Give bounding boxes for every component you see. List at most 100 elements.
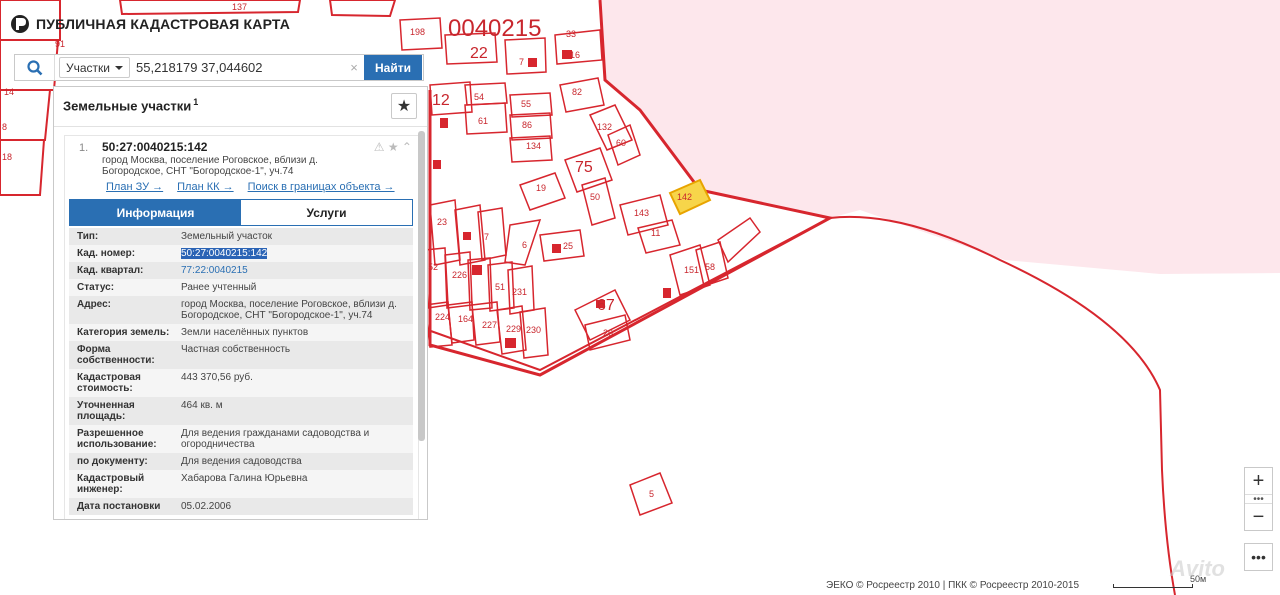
zoom-out-button[interactable]: − (1245, 504, 1272, 530)
result-links: План ЗУ → План КК → Поиск в границах объ… (106, 181, 395, 193)
attribute-value: 05.02.2006 (181, 501, 232, 512)
selected-cadastral-number[interactable]: 50:27:0040215:142 (181, 248, 268, 259)
result-cadastral-number[interactable]: 50:27:0040215:142 (102, 140, 207, 154)
parcel-label: 7 (519, 57, 524, 67)
parcel-label: 51 (495, 282, 505, 292)
attribute-row: Кад. номер: 50:27:0040215:142 (69, 245, 413, 262)
map-viewport[interactable]: 0040215 198 33 22 7 16 54 55 82 12 61 86 132 60 134 75… (0, 0, 1280, 595)
attribute-value: Земельный участок (181, 231, 273, 242)
zoom-control: + ••• − (1244, 467, 1273, 531)
parcel-label: 16 (570, 50, 580, 60)
attribute-value[interactable]: 50:27:0040215:142 (181, 248, 413, 259)
parcel-label: 231 (512, 287, 527, 297)
parcel-label: 198 (410, 27, 425, 37)
link-plan-zu[interactable]: План ЗУ → (106, 181, 163, 193)
search-icon (26, 59, 42, 75)
result-actions-icons[interactable]: ⚠ ★ ⌃ (374, 140, 412, 154)
find-button[interactable]: Найти (364, 55, 422, 80)
parcel-label: 143 (634, 208, 649, 218)
attribute-row: Разрешенное использование: Для ведения гр… (69, 425, 413, 453)
parcel-label: 12 (432, 92, 450, 109)
avito-watermark: Avito (1170, 556, 1225, 581)
parcel-label: 230 (526, 325, 541, 335)
attribute-row: Форма собственности: Частная собственност… (69, 341, 413, 369)
app-title: ПУБЛИЧНАЯ КАДАСТРОВАЯ КАРТА (36, 16, 291, 32)
parcel-label: 23 (437, 217, 447, 227)
parcel-label: 86 (522, 120, 532, 130)
parcel-label: 61 (478, 116, 488, 126)
attribute-key: Кад. квартал: (77, 265, 144, 276)
parcel-label: 132 (597, 122, 612, 132)
scrollbar-thumb[interactable] (418, 131, 425, 441)
copyright-text: ЭЕКО © Росреестр 2010 | ПКК © Росреестр … (826, 580, 1080, 591)
search-bar: Участки × Найти (14, 54, 424, 81)
parcel-label: 33 (566, 29, 576, 39)
parcel-label: 11 (651, 228, 660, 238)
results-panel: Земельные участки 1 ★ 1. 50:27:0040215:14… (53, 86, 428, 520)
attribute-value: Ранее учтенный (181, 282, 257, 293)
panel-header: Земельные участки 1 ★ (54, 87, 427, 127)
parcel-label: 91 (55, 39, 65, 49)
parcel-label: 82 (572, 87, 582, 97)
parcel-label: 134 (526, 141, 541, 151)
panel-title-text: Земельные участки (63, 98, 192, 114)
tab-information[interactable]: Информация (70, 200, 241, 225)
parcel-label: 164 (458, 314, 473, 324)
attribute-row: Кадастровая стоимость: 443 370,56 руб. (69, 369, 413, 397)
attribute-key: Тип: (77, 231, 99, 242)
parcel-label: 75 (575, 159, 593, 176)
clear-icon[interactable]: × (344, 60, 364, 75)
parcel-label: 226 (452, 270, 467, 280)
attribute-key: Статус: (77, 282, 115, 293)
attribute-value[interactable]: 77:22:0040215 (181, 265, 413, 276)
quarter-label: 0040215 (448, 15, 541, 42)
attribute-row: Статус: Ранее учтенный (69, 279, 413, 296)
parcel-label: 229 (506, 324, 521, 334)
parcel-label: 22 (470, 45, 488, 62)
parcel-label: 7 (484, 232, 489, 242)
attribute-value: 443 370,56 руб. (181, 372, 253, 383)
attribute-value: Частная собственность (181, 344, 291, 355)
result-index: 1. (79, 142, 89, 154)
attribute-row: Кадастровый инженер: Хабарова Галина Юрье… (69, 470, 413, 498)
attribute-key: Дата постановки (77, 501, 161, 512)
link-search-in-bounds[interactable]: Поиск в границах объекта → (248, 181, 395, 193)
parcel-label: 142 (677, 192, 692, 202)
more-button[interactable]: ••• (1244, 543, 1273, 571)
parcel-label: 60 (616, 138, 626, 148)
search-input[interactable] (136, 56, 344, 79)
chevron-down-icon (115, 65, 123, 70)
parcel-label: 8 (2, 122, 7, 132)
attribute-key: Уточненная площадь: (77, 400, 135, 422)
parcel-label: 52 (428, 262, 438, 272)
parcel-label: 14 (4, 87, 14, 97)
attribute-value: Для ведения гражданами садоводства и ого… (181, 428, 370, 450)
attribute-key: Форма собственности: (77, 344, 155, 366)
parcel-label: 5 (649, 489, 654, 499)
parcel-label: 67 (597, 297, 615, 314)
favorites-button[interactable]: ★ (391, 93, 417, 119)
attribute-key: Кадастровый инженер: (77, 473, 145, 495)
parcel-label: 227 (482, 320, 497, 330)
attribute-row: Адрес: город Москва, поселение Роговское,… (69, 296, 413, 324)
attribute-value: 464 кв. м (181, 400, 223, 411)
result-tabs: Информация Услуги (69, 199, 413, 226)
attribute-row: по документу: Для ведения садоводства (69, 453, 413, 470)
zoom-in-button[interactable]: + (1245, 468, 1272, 494)
parcel-label: 137 (232, 2, 247, 12)
link-plan-kk[interactable]: План КК → (177, 181, 233, 193)
attribute-key: Категория земель: (77, 327, 170, 338)
result-card: 1. 50:27:0040215:142 город Москва, посел… (64, 135, 419, 519)
search-button[interactable] (15, 55, 55, 80)
panel-scrollbar[interactable] (418, 131, 425, 517)
parcel-label: 50 (590, 192, 600, 202)
star-icon: ★ (396, 98, 412, 115)
search-type-select[interactable]: Участки (59, 57, 130, 78)
attribute-row: Тип: Земельный участок (69, 228, 413, 245)
parcel-label: 26 (603, 328, 613, 338)
attribute-row: Уточненная площадь: 464 кв. м (69, 397, 413, 425)
tab-services[interactable]: Услуги (241, 200, 412, 225)
road-boundary (829, 215, 1176, 595)
attribute-value: Для ведения садоводства (181, 456, 302, 467)
attributes-table: Тип: Земельный участок Кад. номер: 50:27:00… (69, 228, 413, 515)
